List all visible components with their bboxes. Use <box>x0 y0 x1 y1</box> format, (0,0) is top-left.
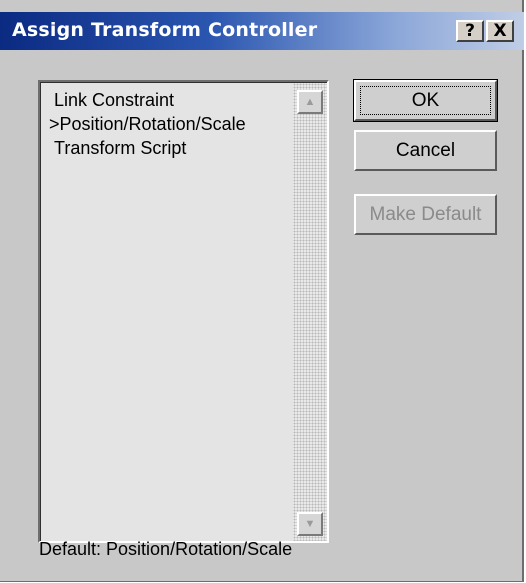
controller-list-frame: Link Constraint >Position/Rotation/Scale… <box>40 82 327 541</box>
list-item-link-constraint[interactable]: Link Constraint <box>49 89 246 113</box>
help-icon: ? <box>465 21 475 41</box>
list-item-position-rotation-scale[interactable]: >Position/Rotation/Scale <box>49 113 246 137</box>
controller-list-items: Link Constraint >Position/Rotation/Scale… <box>49 89 246 161</box>
vertical-scrollbar[interactable]: ▲ ▼ <box>293 83 327 541</box>
cancel-button-label: Cancel <box>395 139 456 161</box>
ok-button[interactable]: OK <box>353 79 498 122</box>
arrow-down-icon: ▼ <box>304 518 316 530</box>
window-title: Assign Transform Controller <box>12 19 318 41</box>
list-item-transform-script[interactable]: Transform Script <box>49 137 246 161</box>
title-bar[interactable]: Assign Transform Controller ? X <box>0 12 524 50</box>
scroll-down-button[interactable]: ▼ <box>297 512 323 536</box>
close-button[interactable]: X <box>486 20 514 42</box>
arrow-up-icon: ▲ <box>304 96 316 108</box>
dialog-body: Link Constraint >Position/Rotation/Scale… <box>0 50 522 581</box>
default-controller-label: Default: Position/Rotation/Scale <box>39 539 293 559</box>
scroll-up-button[interactable]: ▲ <box>297 90 323 114</box>
cancel-button[interactable]: Cancel <box>354 130 497 171</box>
make-default-button[interactable]: Make Default <box>354 194 497 235</box>
close-icon: X <box>493 21 507 41</box>
help-button[interactable]: ? <box>456 20 484 42</box>
focus-rectangle <box>360 86 491 115</box>
make-default-button-label: Make Default <box>369 203 482 225</box>
controller-list[interactable]: Link Constraint >Position/Rotation/Scale… <box>38 80 329 543</box>
assign-transform-controller-dialog: Assign Transform Controller ? X Link Con… <box>0 0 524 582</box>
